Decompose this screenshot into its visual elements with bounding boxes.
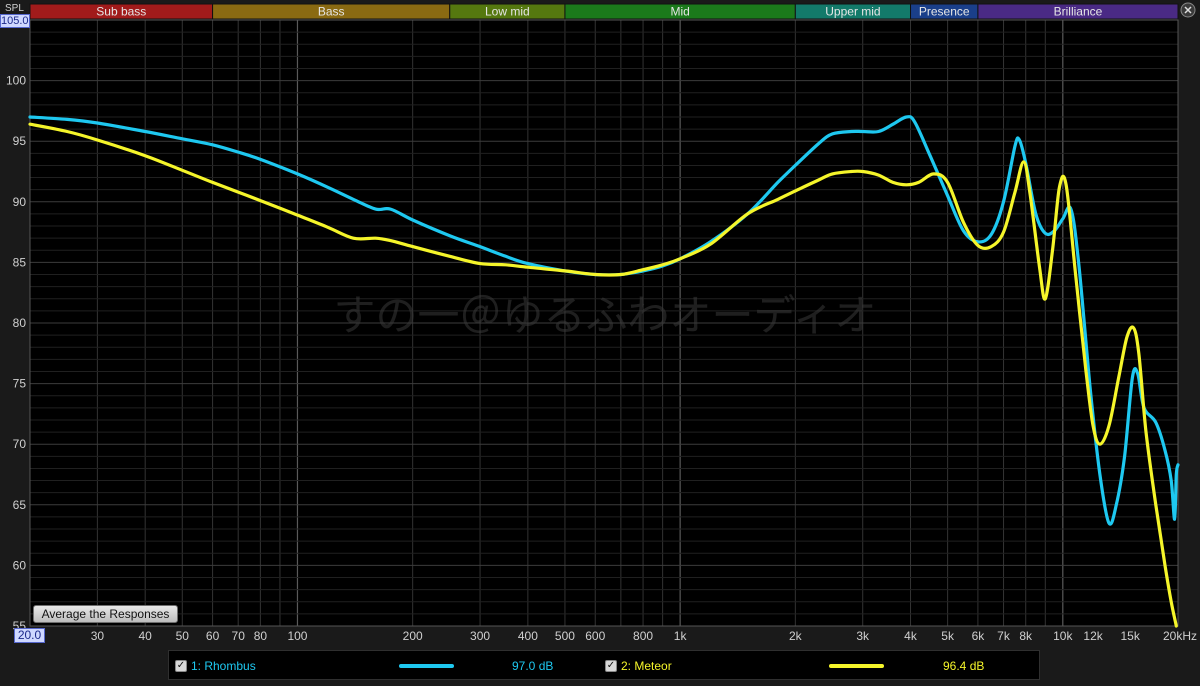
x-tick-label: 1k: [674, 629, 688, 643]
y-tick-label: 65: [13, 498, 27, 512]
x-tick-label: 50: [176, 629, 190, 643]
band-label: Brilliance: [1054, 5, 1103, 19]
xmin-input[interactable]: 20.0: [14, 628, 45, 643]
x-tick-label: 20kHz: [1163, 629, 1197, 643]
legend: ✓ 1: Rhombus 97.0 dB ✓ 2: Meteor 96.4 dB: [168, 650, 1040, 680]
x-tick-label: 8k: [1019, 629, 1033, 643]
x-tick-label: 800: [633, 629, 653, 643]
band-label: Mid: [670, 5, 689, 19]
band-label: Upper mid: [825, 5, 880, 19]
ymax-input[interactable]: 105.00: [0, 14, 30, 28]
meteor-name: 2: Meteor: [621, 659, 672, 673]
y-tick-label: 80: [13, 316, 27, 330]
y-tick-label: 90: [13, 195, 27, 209]
band-label: Low mid: [485, 5, 530, 19]
x-tick-label: 400: [518, 629, 538, 643]
x-tick-label: 7k: [997, 629, 1011, 643]
y-tick-label: 100: [6, 74, 26, 88]
x-tick-label: 3k: [856, 629, 870, 643]
y-tick-label: 75: [13, 377, 27, 391]
x-tick-label: 10k: [1053, 629, 1073, 643]
x-tick-label: 15k: [1121, 629, 1141, 643]
x-axis-ticks: 30 40 50 60 70 80 100 200 300 400 500 600 800 1k 2k 3k 4…: [91, 629, 1197, 643]
rhombus-value: 97.0 dB: [512, 659, 554, 673]
x-tick-label: 70: [232, 629, 246, 643]
x-tick-label: 12k: [1083, 629, 1103, 643]
x-tick-label: 30: [91, 629, 105, 643]
rhombus-name: 1: Rhombus: [191, 659, 256, 673]
x-tick-label: 200: [403, 629, 423, 643]
band-label: Sub bass: [96, 5, 146, 19]
x-tick-label: 40: [139, 629, 153, 643]
meteor-value: 96.4 dB: [943, 659, 985, 673]
y-tick-label: 70: [13, 437, 27, 451]
meteor-checkbox[interactable]: ✓: [605, 660, 617, 672]
rhombus-checkbox[interactable]: ✓: [175, 660, 187, 672]
rhombus-line-swatch: [399, 664, 454, 668]
meteor-line-swatch: [829, 664, 884, 668]
frequency-response-screen: Sub bass Bass Low mid Mid Upper mid Presence B…: [0, 0, 1200, 686]
average-responses-button[interactable]: Average the Responses: [33, 605, 178, 623]
watermark: すの一＠ゆるふわオーディオ: [333, 291, 876, 340]
x-tick-label: 300: [470, 629, 490, 643]
x-tick-label: 500: [555, 629, 575, 643]
x-tick-label: 2k: [789, 629, 803, 643]
x-tick-label: 60: [206, 629, 220, 643]
band-label: Bass: [318, 5, 345, 19]
x-tick-label: 100: [287, 629, 307, 643]
x-tick-label: 5k: [941, 629, 955, 643]
y-tick-label: 85: [13, 255, 27, 269]
x-tick-label: 80: [254, 629, 268, 643]
x-tick-label: 600: [585, 629, 605, 643]
x-tick-label: 6k: [972, 629, 986, 643]
close-icon[interactable]: [1180, 2, 1196, 18]
y-axis-label: SPL: [5, 3, 24, 14]
x-tick-label: 4k: [904, 629, 918, 643]
legend-item-meteor: ✓ 2: Meteor 96.4 dB: [605, 651, 1041, 681]
band-label: Presence: [919, 5, 970, 19]
frequency-response-chart: Sub bass Bass Low mid Mid Upper mid Presence B…: [0, 0, 1200, 650]
y-tick-label: 60: [13, 558, 27, 572]
legend-item-rhombus: ✓ 1: Rhombus 97.0 dB: [169, 651, 605, 681]
frequency-band-bar: Sub bass Bass Low mid Mid Upper mid Presence B…: [29, 3, 1179, 20]
y-tick-label: 95: [13, 134, 27, 148]
